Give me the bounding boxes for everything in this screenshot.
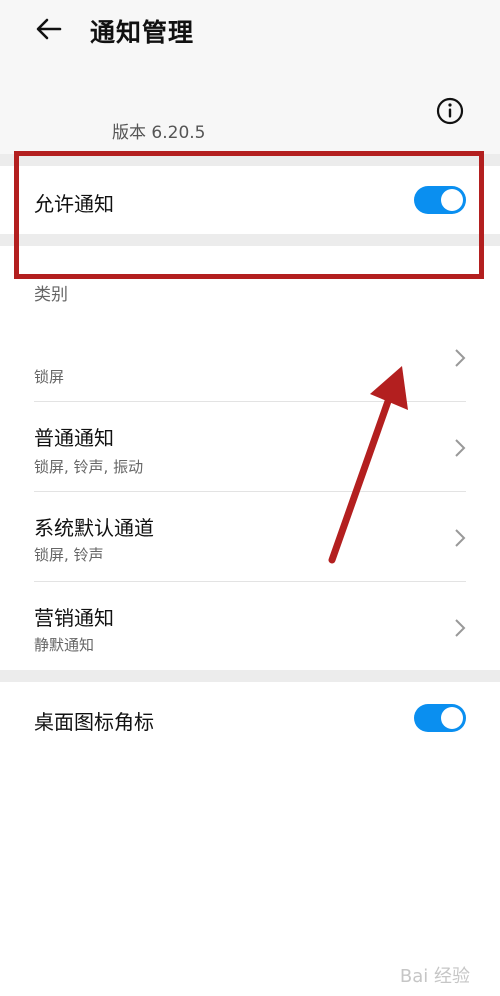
desktop-badge-label: 桌面图标角标 bbox=[34, 710, 154, 734]
back-arrow-icon[interactable] bbox=[34, 14, 64, 44]
allow-notifications-row[interactable]: 允许通知 bbox=[0, 166, 500, 234]
category-row-lockscreen[interactable]: 锁屏 bbox=[0, 336, 500, 402]
section-divider bbox=[0, 234, 500, 246]
toggle-knob bbox=[441, 189, 463, 211]
page-title: 通知管理 bbox=[90, 18, 195, 47]
baidu-watermark: Bai 经验 bbox=[399, 966, 470, 987]
category-row-marketing[interactable]: 营销通知 静默通知 bbox=[0, 582, 500, 670]
chevron-right-icon bbox=[455, 439, 466, 457]
app-version: 版本 6.20.5 bbox=[112, 123, 206, 143]
category-title: 普通通知 bbox=[34, 426, 114, 450]
section-divider bbox=[0, 670, 500, 682]
section-divider bbox=[0, 154, 500, 166]
app-header: 通知管理 bbox=[0, 0, 500, 60]
category-subtitle: 锁屏 bbox=[34, 368, 65, 386]
app-info: 版本 6.20.5 bbox=[0, 90, 500, 150]
desktop-badge-toggle[interactable] bbox=[414, 704, 466, 732]
category-row-system-default[interactable]: 系统默认通道 锁屏, 铃声 bbox=[0, 492, 500, 582]
allow-notifications-label: 允许通知 bbox=[34, 192, 114, 216]
category-subtitle: 锁屏, 铃声, 振动 bbox=[34, 458, 144, 476]
info-icon[interactable] bbox=[435, 96, 465, 126]
allow-notifications-toggle[interactable] bbox=[414, 186, 466, 214]
desktop-badge-row[interactable]: 桌面图标角标 bbox=[0, 682, 500, 996]
category-row-normal[interactable]: 普通通知 锁屏, 铃声, 振动 bbox=[0, 402, 500, 492]
category-title: 营销通知 bbox=[34, 606, 114, 630]
chevron-right-icon bbox=[455, 349, 466, 367]
toggle-knob bbox=[441, 707, 463, 729]
category-subtitle: 锁屏, 铃声 bbox=[34, 546, 104, 564]
category-title: 系统默认通道 bbox=[34, 516, 154, 540]
category-subtitle: 静默通知 bbox=[34, 636, 95, 654]
chevron-right-icon bbox=[455, 619, 466, 637]
categories-label: 类别 bbox=[34, 285, 68, 305]
chevron-right-icon bbox=[455, 529, 466, 547]
